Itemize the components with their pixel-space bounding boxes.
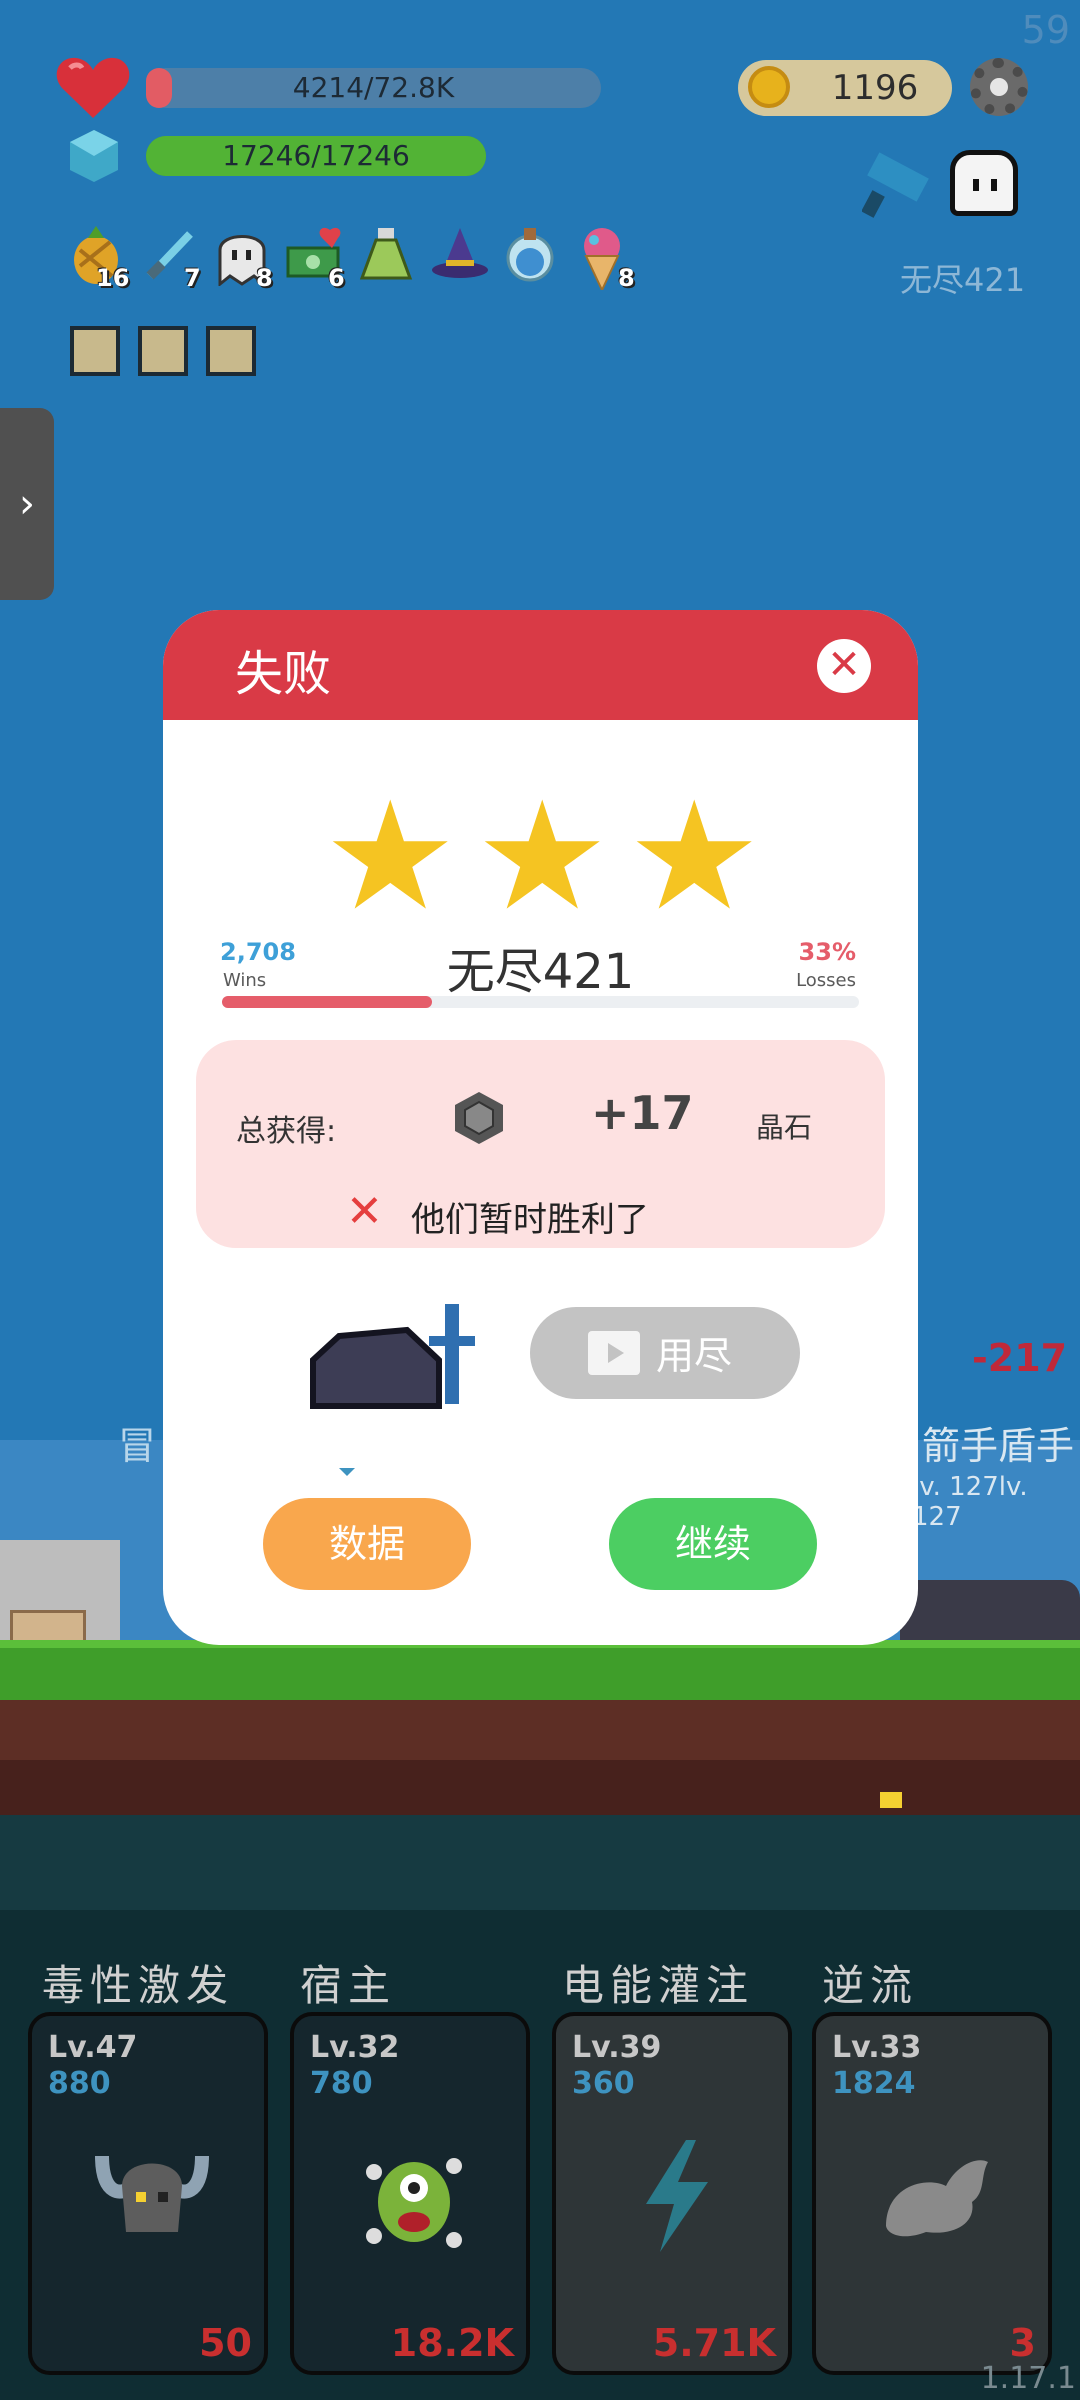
pointer-icon bbox=[339, 1468, 355, 1476]
skill-title-4: 逆流 bbox=[822, 1961, 919, 2010]
skill-title-1: 毒性激发 bbox=[42, 1961, 235, 2010]
fail-x-icon: ✕ bbox=[346, 1186, 383, 1237]
skill-cost: 780 bbox=[310, 2066, 373, 2101]
enemy-group bbox=[900, 1580, 1080, 1640]
skill-card-4[interactable]: Lv.33 1824 3 bbox=[812, 2012, 1052, 2375]
result-dialog: 失败 ✕ ★ ★ ★ 2,708 Wins 无尽421 33% Losses 总… bbox=[163, 610, 918, 1645]
damage-number: -217 bbox=[972, 1336, 1068, 1380]
data-button[interactable]: 数据 bbox=[263, 1498, 471, 1590]
video-icon bbox=[588, 1331, 640, 1375]
bg-unit-name-left: 冒 bbox=[118, 1424, 157, 1468]
skill-card-2[interactable]: Lv.32 780 18.2K bbox=[290, 2012, 530, 2375]
coin-drop bbox=[880, 1792, 902, 1808]
skill-level: Lv.39 bbox=[572, 2030, 662, 2065]
crystal-icon bbox=[455, 1092, 503, 1144]
skill-count: 18.2K bbox=[390, 2321, 514, 2365]
skill-count: 50 bbox=[199, 2321, 252, 2365]
wins-value: 2,708 bbox=[220, 938, 296, 966]
ad-button[interactable]: 用尽 bbox=[530, 1307, 800, 1399]
side-panel-toggle[interactable]: › bbox=[0, 408, 54, 600]
chevron-right-icon: › bbox=[19, 481, 35, 527]
hp-bar: 4214/72.8K bbox=[146, 68, 601, 108]
enemy-weapon-icon bbox=[862, 152, 929, 218]
ad-button-label: 用尽 bbox=[656, 1334, 733, 1378]
dialog-title: 失败 bbox=[235, 646, 332, 702]
item-count: 8 bbox=[618, 264, 635, 292]
reward-panel: 总获得: +17 晶石 ✕ 他们暂时胜利了 bbox=[196, 1040, 885, 1248]
skill-card-3[interactable]: Lv.39 360 5.71K bbox=[552, 2012, 792, 2375]
heart-icon bbox=[56, 57, 130, 118]
horned-skull-icon bbox=[95, 2155, 209, 2232]
item-count: 7 bbox=[184, 264, 201, 292]
star-icon-2: ★ bbox=[475, 770, 610, 944]
star-icon-1: ★ bbox=[323, 770, 458, 944]
skill-card-1[interactable]: Lv.47 880 50 bbox=[28, 2012, 268, 2375]
ghost-eye-left bbox=[973, 179, 979, 191]
ghost-enemy-icon bbox=[950, 150, 1018, 216]
wing-icon bbox=[886, 2160, 988, 2237]
skill-cost: 1824 bbox=[832, 2066, 916, 2101]
win-loss-bar-fill bbox=[222, 996, 433, 1008]
reward-unit: 晶石 bbox=[756, 1111, 813, 1144]
green-monster-icon bbox=[366, 2158, 462, 2248]
item-count: 16 bbox=[96, 264, 130, 292]
buff-slot-3[interactable] bbox=[206, 326, 256, 376]
win-loss-bar bbox=[222, 996, 859, 1008]
reward-value: +17 bbox=[591, 1086, 694, 1140]
losses-label: Losses bbox=[796, 970, 856, 991]
shield-bar: 17246/17246 bbox=[146, 136, 486, 176]
buff-slot-2[interactable] bbox=[138, 326, 188, 376]
ghost-eye-right bbox=[991, 179, 997, 191]
coin-icon bbox=[748, 66, 790, 108]
grass-ground bbox=[0, 1640, 1080, 1700]
continue-button[interactable]: 继续 bbox=[609, 1498, 817, 1590]
inventory-bar: 16 7 8 6 8 bbox=[70, 226, 660, 296]
dirt-layer-dark bbox=[0, 1760, 1080, 1815]
skill-count: 3 bbox=[1009, 2321, 1036, 2365]
potion-icon[interactable] bbox=[358, 226, 414, 282]
skill-level: Lv.47 bbox=[48, 2030, 138, 2065]
skill-level: Lv.33 bbox=[832, 2030, 922, 2065]
skill-title-2: 宿主 bbox=[300, 1961, 397, 2010]
bg-enemy-names: 箭手盾手 bbox=[922, 1424, 1075, 1468]
shield-gem-icon bbox=[70, 130, 118, 182]
wizard-hat-icon[interactable] bbox=[430, 226, 488, 282]
skill-cost: 360 bbox=[572, 2066, 635, 2101]
star-icon-3: ★ bbox=[627, 770, 762, 944]
shield-text: 17246/17246 bbox=[222, 139, 410, 172]
item-count: 8 bbox=[256, 264, 273, 292]
stage-label: 无尽421 bbox=[900, 261, 1026, 299]
item-count: 6 bbox=[328, 264, 345, 292]
coin-amount: 1196 bbox=[831, 68, 919, 108]
fallen-hero-icon bbox=[310, 1304, 475, 1409]
close-icon[interactable]: ✕ bbox=[817, 639, 871, 693]
skill-title-3: 电能灌注 bbox=[562, 1961, 755, 2010]
losses-value: 33% bbox=[798, 938, 856, 966]
settings-gear-icon[interactable] bbox=[970, 58, 1028, 116]
lightning-icon bbox=[646, 2140, 708, 2252]
skill-cost: 880 bbox=[48, 2066, 111, 2101]
version-label: 1.17.1 bbox=[980, 2361, 1076, 2396]
result-message: 他们暂时胜利了 bbox=[411, 1200, 649, 1240]
flask-icon[interactable] bbox=[502, 226, 558, 282]
fps-counter: 59 bbox=[1021, 8, 1070, 52]
bg-enemy-levels: lv. 127lv. 127 bbox=[912, 1472, 1028, 1532]
skill-level: Lv.32 bbox=[310, 2030, 400, 2065]
mode-label: 无尽421 bbox=[446, 944, 635, 1000]
reward-label: 总获得: bbox=[236, 1114, 337, 1149]
buff-slot-1[interactable] bbox=[70, 326, 120, 376]
wins-label: Wins bbox=[223, 970, 267, 991]
hp-text: 4214/72.8K bbox=[292, 71, 455, 104]
skill-count: 5.71K bbox=[652, 2321, 776, 2365]
